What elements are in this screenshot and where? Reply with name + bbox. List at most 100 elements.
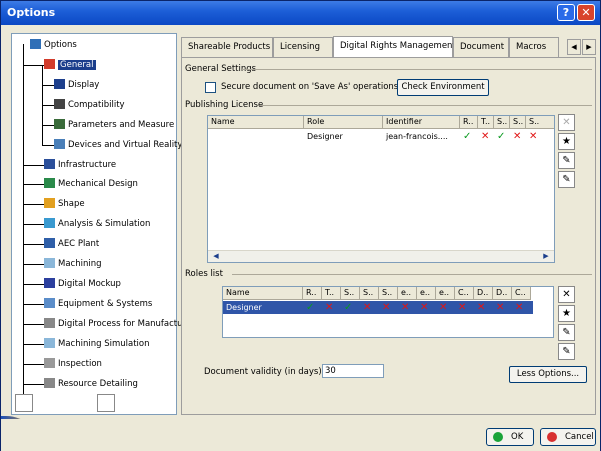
tree-item-label: AEC Plant [58, 239, 100, 249]
column-header[interactable]: Identifier [383, 116, 460, 129]
column-header[interactable]: R.. [460, 116, 478, 129]
tab-licensing[interactable]: Licensing [273, 37, 333, 57]
tree-item-analysis-simulation[interactable]: Analysis & Simulation [44, 217, 150, 231]
delete-license-icon[interactable]: ✕ [558, 114, 575, 131]
cancel-icon [547, 432, 557, 442]
tree-item-digital-mockup[interactable]: Digital Mockup [44, 277, 121, 291]
tree-item-options[interactable]: Options [30, 38, 77, 52]
column-header[interactable]: S.. [379, 287, 398, 300]
scroll-right-icon[interactable]: ▶ [540, 252, 552, 262]
role-cell-name[interactable]: Designer [223, 301, 303, 314]
column-header[interactable]: S.. [510, 116, 526, 129]
tree-tool-left-icon[interactable] [15, 394, 33, 412]
tab-document[interactable]: Document [453, 37, 509, 57]
column-header[interactable]: T.. [322, 287, 341, 300]
column-header[interactable]: R.. [303, 287, 322, 300]
column-header[interactable]: S.. [341, 287, 360, 300]
tab-scroll-right-icon[interactable]: ▶ [582, 39, 596, 55]
tree-item-infrastructure[interactable]: Infrastructure [44, 158, 116, 172]
column-header[interactable]: e.. [436, 287, 455, 300]
tree-tool-right-icon[interactable] [97, 394, 115, 412]
tab-shareable-products[interactable]: Shareable Products [181, 37, 273, 57]
edit-license-icon[interactable]: ✎ [558, 152, 575, 169]
title-bar: Options [1, 1, 600, 25]
license-cell-name[interactable] [208, 130, 304, 143]
secure-document-checkbox[interactable] [205, 82, 216, 93]
column-header[interactable]: S.. [360, 287, 379, 300]
tree-item-label: Digital Process for Manufacturing [58, 319, 200, 329]
denied-icon: ✕ [363, 302, 372, 313]
scroll-left-icon[interactable]: ◀ [210, 252, 222, 262]
denied-icon: ✕ [439, 302, 448, 313]
license-right-cell[interactable]: ✓ [460, 130, 478, 143]
role-right-cell[interactable]: ✕ [455, 301, 474, 314]
tree-item-inspection[interactable]: Inspection [44, 357, 102, 371]
role-right-cell[interactable]: ✓ [341, 301, 360, 314]
license-cell-role[interactable]: Designer [304, 130, 383, 143]
aec-plant-icon [44, 238, 55, 248]
tree-item-aec-plant[interactable]: AEC Plant [44, 237, 99, 251]
role-right-cell[interactable]: ✕ [474, 301, 493, 314]
column-header[interactable]: e.. [398, 287, 417, 300]
column-header[interactable]: S.. [526, 116, 554, 129]
license-right-cell[interactable]: ✓ [494, 130, 510, 143]
document-validity-input[interactable]: 30 [322, 364, 384, 378]
license-cell-identifier[interactable]: jean-francois.... [383, 130, 460, 143]
role-right-cell[interactable]: ✕ [398, 301, 417, 314]
role-right-cell[interactable]: ✕ [360, 301, 379, 314]
tree-item-machining[interactable]: Machining [44, 257, 102, 271]
license-right-cell[interactable]: ✕ [510, 130, 526, 143]
tree-item-compatibility[interactable]: Compatibility [54, 98, 125, 112]
license-right-cell[interactable]: ✕ [478, 130, 494, 143]
add-license-icon[interactable]: ★ [558, 133, 575, 150]
role-right-cell[interactable]: ✕ [379, 301, 398, 314]
role-right-cell[interactable]: ✕ [493, 301, 512, 314]
role-right-cell[interactable]: ✓ [303, 301, 322, 314]
role-right-cell[interactable]: ✕ [322, 301, 341, 314]
help-button[interactable]: ? [557, 4, 575, 21]
column-header[interactable]: Role [304, 116, 383, 129]
publishing-license-scrollbar[interactable]: ◀ ▶ [208, 250, 554, 262]
options-tree: Options General Display Compatibility Parame… [11, 33, 199, 415]
tree-item-display[interactable]: Display [54, 78, 99, 92]
tab-scroll-left-icon[interactable]: ◀ [567, 39, 581, 55]
tab-macros[interactable]: Macros [509, 37, 559, 57]
tab-digital-rights-management[interactable]: Digital Rights Management [333, 36, 456, 58]
tree-item-devices-and-virtual-reality[interactable]: Devices and Virtual Reality [54, 138, 182, 152]
edit-role-rights-icon[interactable]: ✎ [558, 343, 575, 360]
column-header[interactable]: T.. [478, 116, 494, 129]
tree-item-machining-simulation[interactable]: Machining Simulation [44, 337, 149, 351]
edit-license-rights-icon[interactable]: ✎ [558, 171, 575, 188]
less-options-button[interactable]: Less Options... [509, 366, 587, 383]
tree-item-digital-process-for-manufacturing[interactable]: Digital Process for Manufacturing [44, 317, 199, 331]
column-header[interactable]: D.. [474, 287, 493, 300]
tree-item-equipment-systems[interactable]: Equipment & Systems [44, 297, 152, 311]
column-header[interactable]: Name [223, 287, 303, 300]
role-right-cell[interactable]: ✕ [512, 301, 531, 314]
role-right-cell[interactable]: ✕ [436, 301, 455, 314]
column-header[interactable]: S.. [494, 116, 510, 129]
delete-role-icon[interactable]: ✕ [558, 286, 575, 303]
close-button[interactable]: ✕ [577, 4, 595, 21]
tree-item-resource-detailing[interactable]: Resource Detailing [44, 377, 138, 391]
license-right-cell[interactable]: ✕ [526, 130, 554, 143]
tree-item-label: Machining [58, 259, 102, 269]
role-right-cell[interactable]: ✕ [417, 301, 436, 314]
tree-item-parameters-and-measure[interactable]: Parameters and Measure [54, 118, 174, 132]
add-role-icon[interactable]: ★ [558, 305, 575, 322]
column-header[interactable]: D.. [493, 287, 512, 300]
column-header[interactable]: C.. [512, 287, 531, 300]
cancel-button[interactable]: Cancel [540, 428, 596, 446]
edit-role-icon[interactable]: ✎ [558, 324, 575, 341]
tree-item-label: Equipment & Systems [58, 299, 153, 309]
column-header[interactable]: Name [208, 116, 304, 129]
column-header[interactable]: C.. [455, 287, 474, 300]
check-environment-button[interactable]: Check Environment [397, 79, 489, 96]
tree-item-general[interactable]: General [44, 58, 96, 72]
tree-item-shape[interactable]: Shape [44, 197, 85, 211]
column-header[interactable]: e.. [417, 287, 436, 300]
infrastructure-icon [44, 159, 55, 169]
ok-button[interactable]: OK [486, 428, 534, 446]
denied-icon: ✕ [420, 302, 429, 313]
tree-item-mechanical-design[interactable]: Mechanical Design [44, 177, 138, 191]
